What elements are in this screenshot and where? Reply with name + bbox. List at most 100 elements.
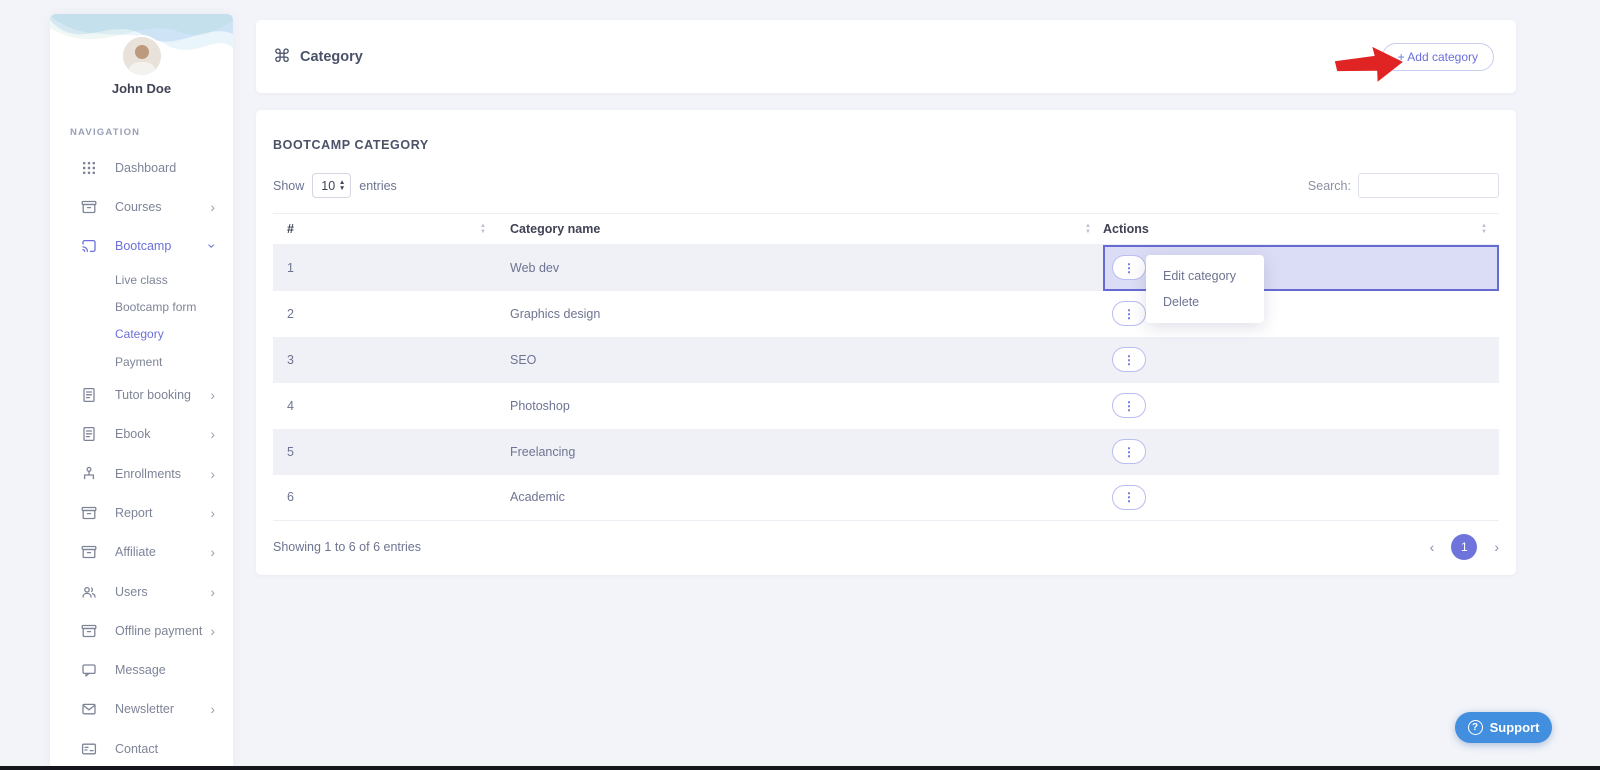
bootcamp-category-panel: BOOTCAMP CATEGORY Show 10 ▲ ▼ entries Sea… (256, 110, 1516, 575)
row-index: 6 (287, 490, 294, 505)
command-icon: ⌘ (273, 46, 291, 66)
bottom-edge-bar (0, 766, 1600, 770)
chevron-right-icon: › (210, 387, 215, 404)
row-index: 3 (287, 352, 294, 367)
chevron-right-icon: › (210, 622, 215, 639)
entries-label: entries (359, 178, 397, 193)
row-category-name: Freelancing (510, 444, 576, 459)
grid-icon (83, 161, 95, 174)
row-category-name: Photoshop (510, 398, 570, 413)
row-index: 5 (287, 444, 294, 459)
file-icon (83, 427, 95, 442)
search-label: Search: (1307, 178, 1351, 193)
table-footer: Showing 1 to 6 of 6 entries ‹ 1 › (273, 534, 1499, 560)
row-index: 4 (287, 398, 294, 413)
sidebar: John Doe NAVIGATION Dashboard Courses › (50, 14, 233, 770)
chevron-right-icon: › (210, 583, 215, 600)
archive-icon (81, 546, 97, 559)
sidebar-item-label: Report (115, 505, 153, 520)
pagination-page-1[interactable]: 1 (1451, 534, 1478, 560)
table-header-row: # ▲ ▼ Category name ▲ ▼ Actions ▲ ▼ (273, 213, 1499, 245)
table-row: 5 Freelancing ⋮ (273, 428, 1499, 475)
users-icon (82, 586, 96, 598)
row-index: 1 (287, 260, 294, 275)
support-button[interactable]: ? Support (1455, 712, 1552, 743)
table-row: 3 SEO ⋮ (273, 336, 1499, 383)
sidebar-item-label: Dashboard (115, 160, 177, 175)
sidebar-item-enrollments[interactable]: Enrollments › (50, 454, 233, 493)
navigation-section-label: NAVIGATION (70, 127, 141, 138)
idcard-icon (81, 743, 97, 755)
support-label: Support (1489, 720, 1540, 735)
cast-icon (82, 240, 96, 253)
pagination-next-icon[interactable]: › (1494, 539, 1499, 555)
sidebar-item-label: Newsletter (115, 702, 175, 717)
archive-icon (81, 506, 97, 520)
sidebar-item-label: Tutor booking (115, 388, 191, 403)
search-control: Search: (1308, 173, 1499, 198)
row-actions-button[interactable]: ⋮ (1112, 484, 1146, 510)
chevron-right-icon: › (210, 701, 215, 718)
file-icon (83, 388, 95, 403)
sidebar-item-bootcamp[interactable]: Bootcamp › (50, 227, 233, 266)
table-row: 1 Web dev ⋮ Edit category Delete (273, 244, 1499, 323)
search-input[interactable] (1358, 173, 1499, 198)
sidebar-item-dashboard[interactable]: Dashboard (50, 148, 233, 187)
sidebar-item-newsletter[interactable]: Newsletter › (50, 690, 233, 729)
submenu-item-live-class[interactable]: Live class (50, 266, 233, 293)
sidebar-item-label: Courses (115, 199, 162, 214)
sidebar-item-affiliate[interactable]: Affiliate › (50, 533, 233, 572)
sidebar-item-label: Ebook (115, 427, 151, 442)
row-actions-button[interactable]: ⋮ (1112, 439, 1146, 464)
column-header-index[interactable]: # ▲ ▼ (273, 213, 510, 245)
question-icon: ? (1467, 720, 1483, 735)
column-header-category-name[interactable]: Category name ▲ ▼ (510, 213, 1103, 245)
table-row: 2 Graphics design ⋮ (273, 291, 1499, 337)
row-category-name: SEO (510, 352, 537, 367)
show-label: Show (273, 178, 305, 193)
page-header: ⌘ Category + Add category (256, 20, 1516, 93)
row-category-name: Graphics design (510, 306, 601, 321)
row-actions-button[interactable]: ⋮ (1112, 301, 1146, 326)
pagination: ‹ 1 › (1430, 534, 1499, 560)
column-header-actions[interactable]: Actions ▲ ▼ (1103, 213, 1499, 245)
actions-cell-selected: ⋮ Edit category Delete (1103, 244, 1499, 323)
chevron-right-icon: › (210, 544, 215, 561)
row-index: 2 (287, 306, 294, 321)
page-size-select[interactable]: 10 ▲ ▼ (312, 173, 352, 198)
sidebar-item-offline-payment[interactable]: Offline payment › (50, 611, 233, 650)
sidebar-item-report[interactable]: Report › (50, 493, 233, 532)
table-row: 4 Photoshop ⋮ (273, 383, 1499, 429)
sidebar-item-message[interactable]: Message (50, 651, 233, 690)
bootcamp-submenu: Live class Bootcamp form Category Paymen… (50, 266, 233, 376)
sidebar-item-users[interactable]: Users › (50, 572, 233, 611)
menu-item-edit-category[interactable]: Edit category (1146, 263, 1264, 289)
sidebar-item-label: Users (115, 584, 148, 599)
user-avatar (122, 37, 161, 75)
chevron-right-icon: › (210, 465, 215, 482)
sidebar-item-label: Offline payment (115, 623, 203, 638)
row-actions-button[interactable]: ⋮ (1112, 347, 1146, 372)
submenu-item-bootcamp-form[interactable]: Bootcamp form (50, 293, 233, 320)
submenu-item-category[interactable]: Category (50, 321, 233, 348)
sidebar-item-courses[interactable]: Courses › (50, 187, 233, 226)
row-actions-button[interactable]: ⋮ (1112, 255, 1146, 281)
sidebar-item-ebook[interactable]: Ebook › (50, 415, 233, 454)
sidebar-item-tutor-booking[interactable]: Tutor booking › (50, 375, 233, 414)
sitemap-icon (83, 466, 95, 479)
sidebar-item-label: Contact (115, 741, 159, 756)
chevron-down-icon: › (204, 243, 221, 249)
entries-info: Showing 1 to 6 of 6 entries (273, 540, 422, 554)
chevron-right-icon: › (210, 426, 215, 443)
sidebar-item-label: Enrollments (115, 466, 181, 481)
archive-icon (81, 200, 97, 214)
sort-icon: ▲ ▼ (480, 222, 486, 235)
red-arrow-annotation (1333, 45, 1407, 91)
sidebar-item-contact[interactable]: Contact (50, 729, 233, 768)
user-name: John Doe (111, 81, 172, 96)
sort-icon: ▲ ▼ (1085, 222, 1091, 235)
row-actions-button[interactable]: ⋮ (1112, 393, 1146, 418)
submenu-item-payment[interactable]: Payment (50, 348, 233, 375)
menu-item-delete[interactable]: Delete (1146, 289, 1264, 315)
pagination-prev-icon[interactable]: ‹ (1430, 539, 1435, 555)
